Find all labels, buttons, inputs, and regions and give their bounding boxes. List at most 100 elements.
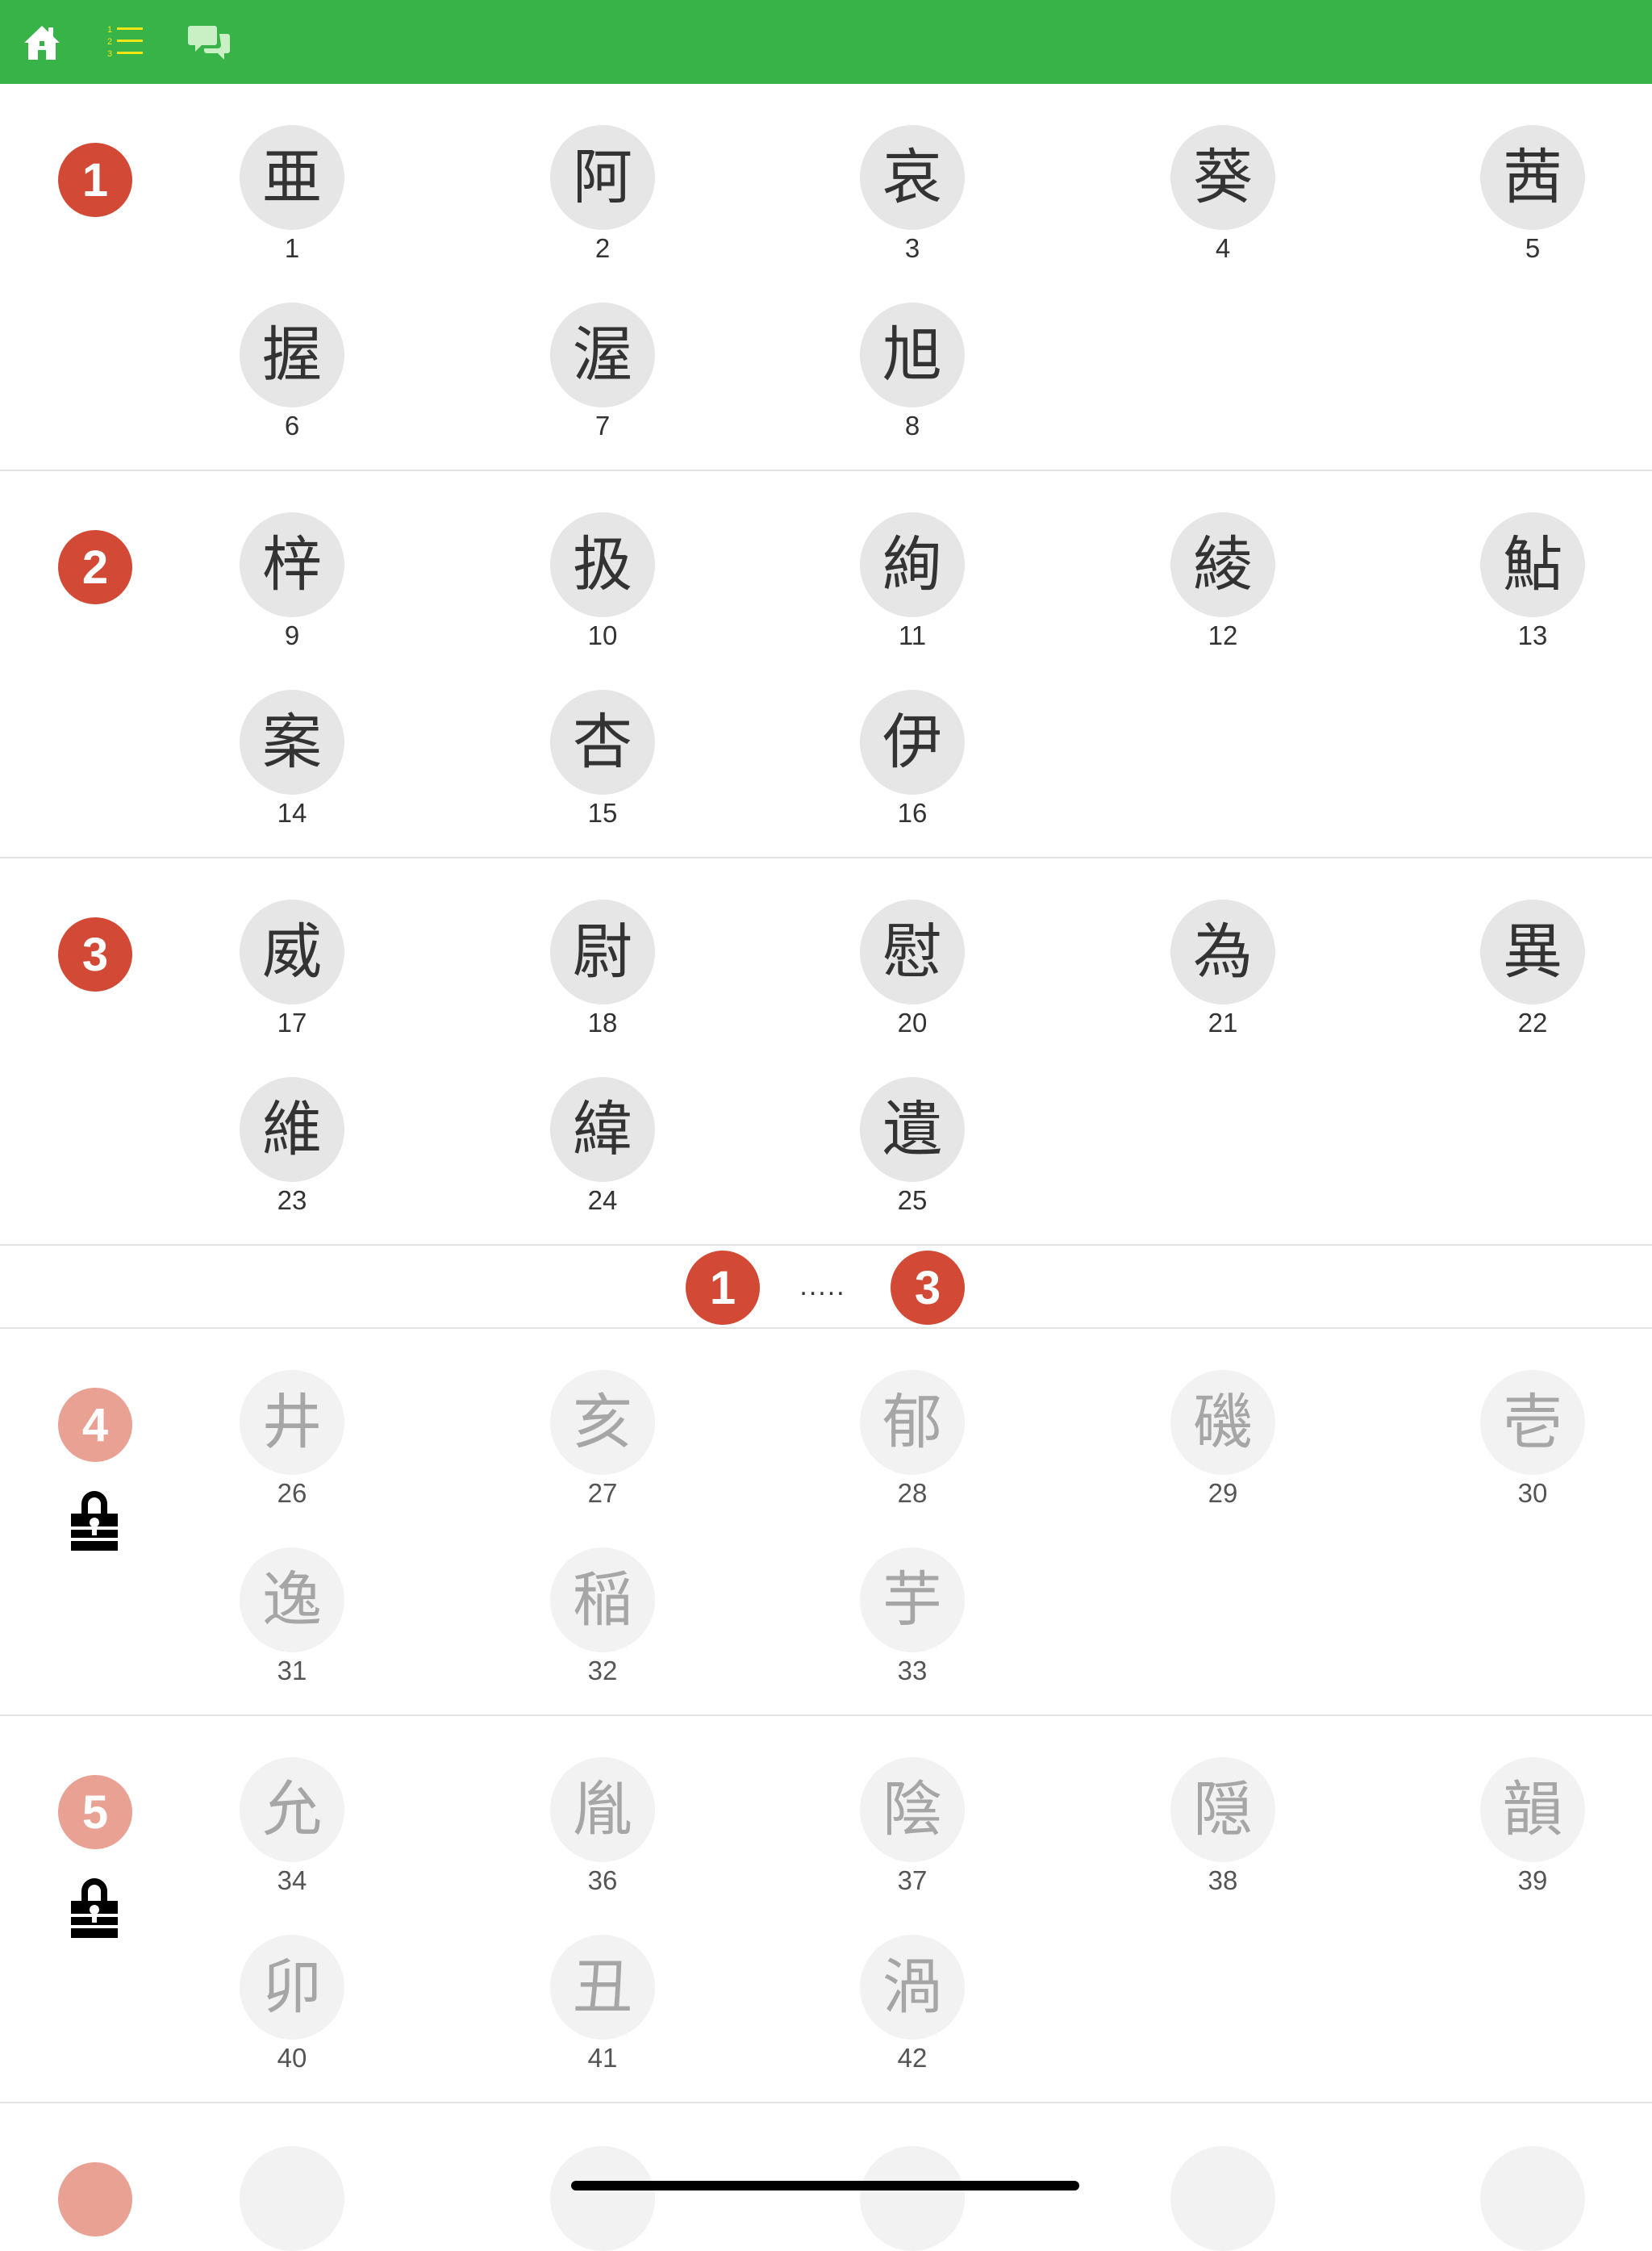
- kanji-character: 握: [240, 303, 344, 407]
- kanji-card-partial[interactable]: [1480, 2146, 1585, 2251]
- kanji-card[interactable]: 扱 10: [538, 512, 667, 666]
- kanji-character: 伊: [860, 690, 965, 795]
- kanji-card[interactable]: 握6: [227, 303, 357, 456]
- kanji-card[interactable]: 亜1: [227, 125, 357, 278]
- kanji-card[interactable]: 渦 42: [848, 1935, 977, 2088]
- kanji-character: 渦: [860, 1935, 965, 2040]
- kanji-card[interactable]: 案 14: [227, 690, 357, 843]
- kanji-number: 12: [1208, 620, 1238, 650]
- kanji-number: 29: [1208, 1478, 1238, 1508]
- kanji-card[interactable]: 杏 15: [538, 690, 667, 843]
- kanji-card[interactable]: 丑 41: [538, 1935, 667, 2088]
- kanji-card[interactable]: 絢 11: [848, 512, 977, 666]
- kanji-number: 26: [277, 1478, 307, 1508]
- kanji-card[interactable]: 磯 29: [1158, 1370, 1287, 1523]
- kanji-card[interactable]: 慰 20: [848, 900, 977, 1053]
- kanji-character: 芋: [860, 1547, 965, 1652]
- kanji-number: 25: [897, 1185, 928, 1215]
- kanji-card[interactable]: 郁 28: [848, 1370, 977, 1523]
- kanji-card[interactable]: 井 26: [227, 1370, 357, 1523]
- kanji-character: 井: [240, 1370, 344, 1475]
- kanji-card[interactable]: 伊 16: [848, 690, 977, 843]
- kanji-character: 綾: [1170, 512, 1275, 617]
- kanji-character: 卯: [240, 1935, 344, 2040]
- lesson-number-badge[interactable]: 3: [58, 917, 132, 992]
- kanji-card[interactable]: 葵4: [1158, 125, 1287, 278]
- kanji-character: 威: [240, 900, 344, 1004]
- kanji-card[interactable]: 壱 30: [1468, 1370, 1597, 1523]
- kanji-card[interactable]: 允 34: [227, 1757, 357, 1911]
- kanji-character: 丑: [550, 1935, 655, 2040]
- home-indicator[interactable]: [571, 2181, 1079, 2190]
- kanji-number: 23: [277, 1185, 307, 1215]
- kanji-card[interactable]: 韻 39: [1468, 1757, 1597, 1911]
- kanji-card[interactable]: 尉 18: [538, 900, 667, 1053]
- kanji-number: 42: [897, 2043, 928, 2073]
- kanji-card[interactable]: 綾 12: [1158, 512, 1287, 666]
- svg-text:3: 3: [107, 49, 112, 59]
- kanji-character: 允: [240, 1757, 344, 1862]
- kanji-card[interactable]: 為 21: [1158, 900, 1287, 1053]
- kanji-character: 韻: [1480, 1757, 1585, 1862]
- kanji-number: 27: [587, 1478, 618, 1508]
- kanji-character: 葵: [1170, 125, 1275, 230]
- range-start-badge[interactable]: 1: [686, 1251, 760, 1325]
- kanji-card[interactable]: 威 17: [227, 900, 357, 1053]
- kanji-number: 1: [284, 233, 300, 263]
- kanji-card[interactable]: 鮎 13: [1468, 512, 1597, 666]
- kanji-number: 3: [904, 233, 920, 263]
- kanji-card[interactable]: 陰 37: [848, 1757, 977, 1911]
- kanji-number: 21: [1208, 1008, 1238, 1038]
- lesson-number-badge[interactable]: 5: [58, 1775, 132, 1849]
- kanji-card[interactable]: 阿2: [538, 125, 667, 278]
- kanji-number: 30: [1517, 1478, 1548, 1508]
- lesson-number-badge[interactable]: 4: [58, 1388, 132, 1462]
- kanji-number: 11: [898, 620, 927, 650]
- numbered-list-icon[interactable]: 1 2 3: [103, 19, 148, 65]
- kanji-number: 37: [897, 1865, 928, 1895]
- lesson-number-badge-partial[interactable]: [58, 2162, 132, 2236]
- range-end-badge[interactable]: 3: [891, 1251, 965, 1325]
- kanji-card-partial[interactable]: [860, 2146, 965, 2251]
- kanji-card[interactable]: 逸 31: [227, 1547, 357, 1701]
- kanji-character: 亜: [240, 125, 344, 230]
- kanji-number: 8: [904, 411, 920, 441]
- top-nav-bar: 1 2 3: [0, 0, 1652, 84]
- kanji-character: 為: [1170, 900, 1275, 1004]
- kanji-card[interactable]: 旭8: [848, 303, 977, 456]
- kanji-card[interactable]: 稲 32: [538, 1547, 667, 1701]
- svg-text:2: 2: [107, 37, 112, 47]
- kanji-card[interactable]: 梓9: [227, 512, 357, 666]
- kanji-number: 20: [897, 1008, 928, 1038]
- kanji-card[interactable]: 緯 24: [538, 1077, 667, 1230]
- kanji-card[interactable]: 胤 36: [538, 1757, 667, 1911]
- lesson-section-2: 2 梓9 扱 10 絢 11 綾 12 鮎 13 案 14 杏 15 伊 16: [0, 471, 1652, 858]
- kanji-card-partial[interactable]: [240, 2146, 344, 2251]
- kanji-card[interactable]: 渥7: [538, 303, 667, 456]
- kanji-card[interactable]: 異 22: [1468, 900, 1597, 1053]
- kanji-card[interactable]: 遺 25: [848, 1077, 977, 1230]
- kanji-character: 哀: [860, 125, 965, 230]
- range-ellipsis: .....: [799, 1271, 846, 1301]
- kanji-card[interactable]: 維 23: [227, 1077, 357, 1230]
- kanji-card[interactable]: 亥 27: [538, 1370, 667, 1523]
- kanji-card[interactable]: 芋 33: [848, 1547, 977, 1701]
- kanji-number: 17: [277, 1008, 307, 1038]
- lesson-section-1: 1 亜1 阿2 哀3 葵4 茜5 握6 渥7 旭8: [0, 84, 1652, 471]
- lesson-number-badge[interactable]: 2: [58, 530, 132, 604]
- kanji-character: 緯: [550, 1077, 655, 1182]
- kanji-character: 逸: [240, 1547, 344, 1652]
- kanji-card-partial[interactable]: [1170, 2146, 1275, 2251]
- kanji-character: 慰: [860, 900, 965, 1004]
- home-icon[interactable]: [19, 19, 65, 65]
- chat-bubbles-icon[interactable]: [187, 19, 232, 65]
- kanji-number: 13: [1517, 620, 1548, 650]
- kanji-card[interactable]: 茜5: [1468, 125, 1597, 278]
- kanji-card[interactable]: 隠 38: [1158, 1757, 1287, 1911]
- lesson-number-badge[interactable]: 1: [58, 143, 132, 217]
- kanji-number: 4: [1215, 233, 1231, 263]
- kanji-card[interactable]: 卯 40: [227, 1935, 357, 2088]
- kanji-card-partial[interactable]: [550, 2146, 655, 2251]
- kanji-character: 阿: [550, 125, 655, 230]
- kanji-card[interactable]: 哀3: [848, 125, 977, 278]
